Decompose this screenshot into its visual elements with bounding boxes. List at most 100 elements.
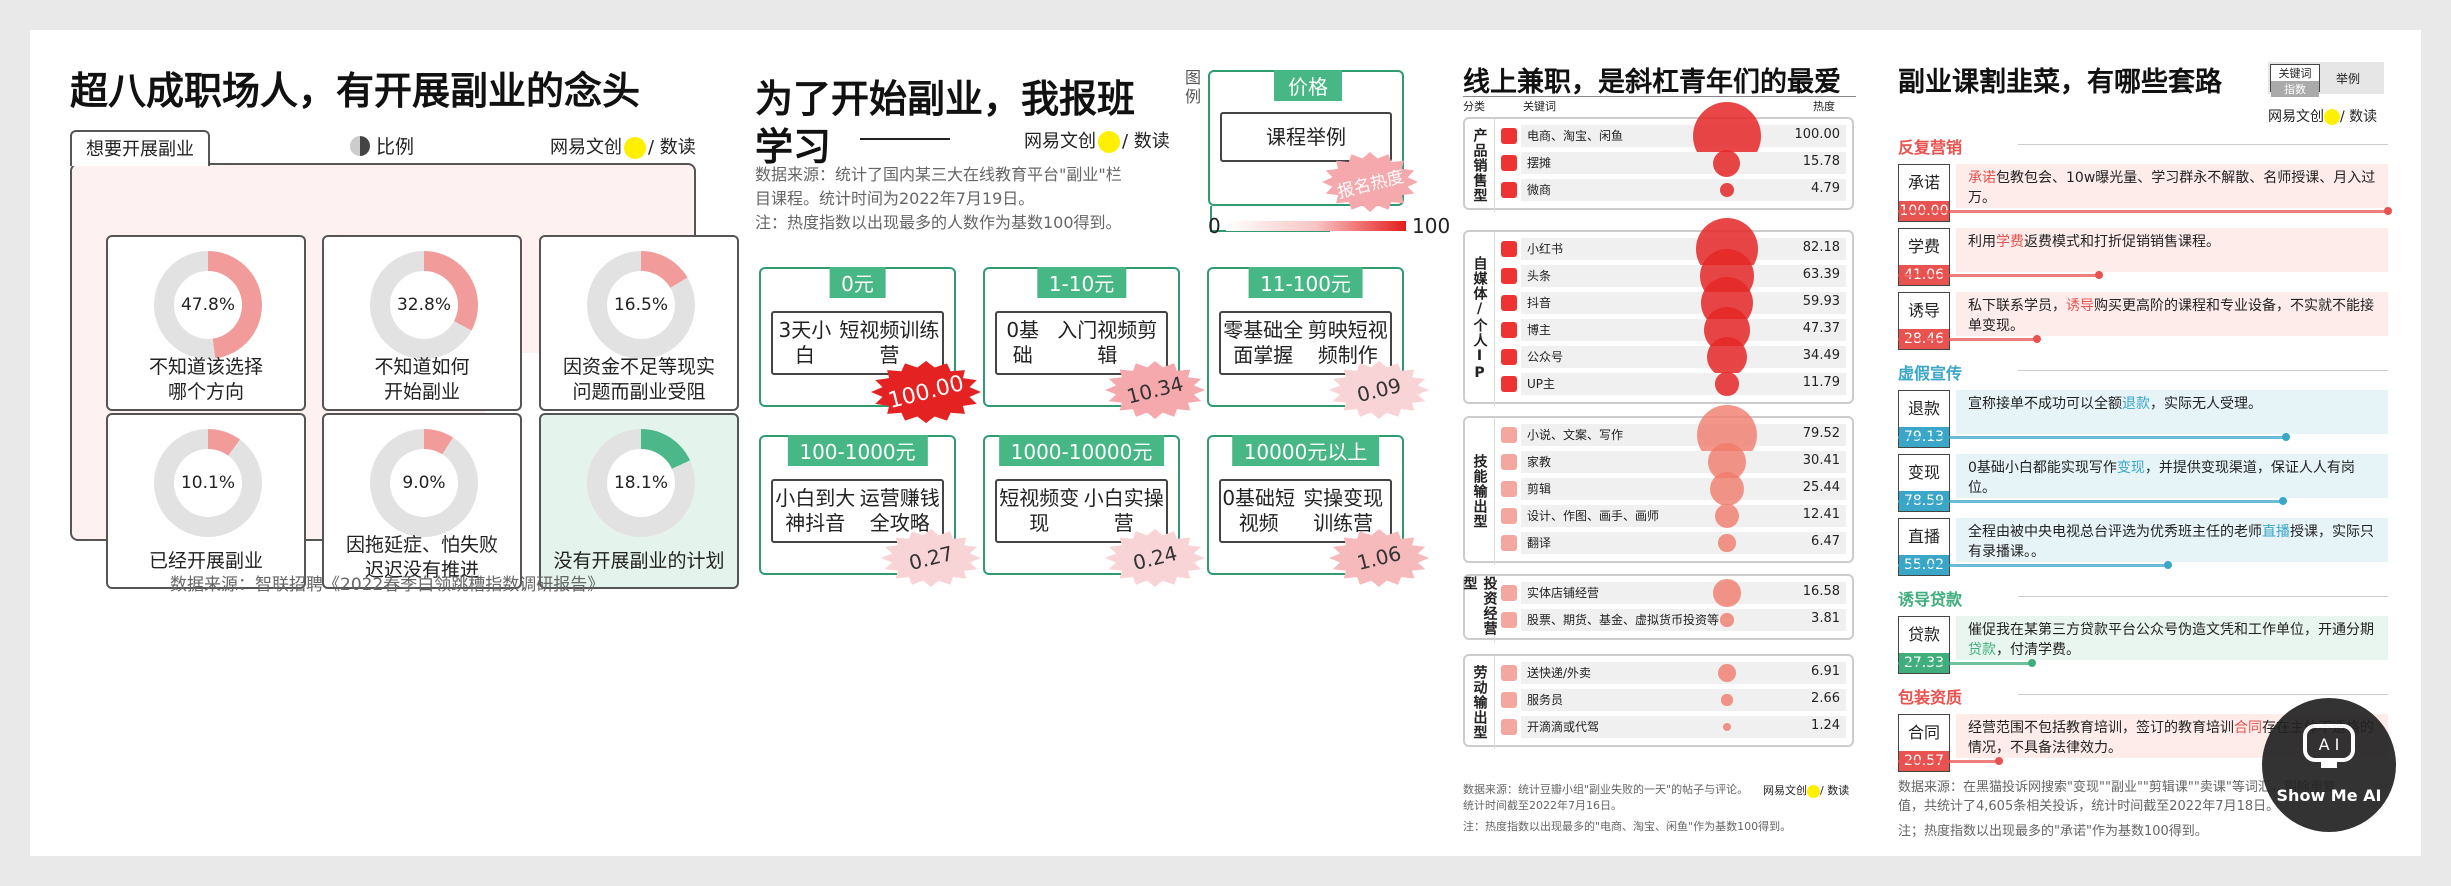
heat-bubble <box>1709 471 1745 507</box>
col-cat: 分类 <box>1463 100 1485 113</box>
keyword: 头条 <box>1527 269 1552 283</box>
keyword-row: 小红书 82.18 <box>1501 218 1846 280</box>
header-rule <box>1463 96 1856 97</box>
keyword-icon <box>1501 665 1517 681</box>
keyword-icon <box>1501 322 1517 338</box>
keyword-icon <box>1501 241 1517 257</box>
source-line: 统计时间截至2022年7月16日。 <box>1463 799 1622 812</box>
heat-value: 59.93 <box>1802 294 1840 309</box>
category-label: 自媒体/个人IP <box>1465 232 1495 406</box>
example-text: 私下联系学员，诱导购买更高阶的课程和专业设备，不实就不能接单变现。 <box>1956 292 2388 336</box>
keyword-row: 博主 47.37 <box>1501 306 1846 354</box>
legend-example: 举例 <box>2336 72 2361 86</box>
keyword-icon <box>1501 481 1517 497</box>
keyword-row: 送快递/外卖 6.91 <box>1501 662 1846 684</box>
donut-ring: 10.1% <box>154 429 262 537</box>
donut-value: 9.0% <box>402 473 446 493</box>
section-title: 包装资质 <box>1898 684 2388 708</box>
category-label: 投资经营型 <box>1462 576 1498 642</box>
keyword: 直播 <box>1907 527 1940 546</box>
col-heat: 热度 <box>1813 100 1835 113</box>
keyword: 翻译 <box>1527 536 1552 550</box>
index-bar <box>1898 760 1999 763</box>
heat-value: 11.79 <box>1802 375 1840 390</box>
logo-text: Show Me AI <box>2276 786 2382 805</box>
panel2-title-line1: 为了开始副业，我报班 <box>755 77 1136 121</box>
show-me-ai-logo: A I Show Me AI <box>2262 698 2396 832</box>
keyword: 设计、作图、画手、画师 <box>1527 509 1660 523</box>
index-bar-end <box>2095 271 2104 279</box>
heat-scale-bar <box>1226 221 1406 231</box>
brand-suffix: / 数读 <box>1820 784 1850 797</box>
section-rule <box>2018 144 2388 145</box>
legend-price: 价格 <box>1274 70 1342 101</box>
heat-value: 1.24 <box>1811 718 1840 733</box>
keyword-icon <box>1501 612 1517 628</box>
group-label: 想要开展副业 <box>70 130 210 166</box>
keyword: 贷款 <box>1907 625 1940 644</box>
index-bar <box>1898 564 2168 567</box>
keyword-icon <box>1501 376 1517 392</box>
category-label: 技能输出型 <box>1465 418 1495 565</box>
heat-badge: 0.09 <box>1329 361 1429 419</box>
index-bar-end <box>2163 561 2172 569</box>
legend-ratio: 比例 <box>350 132 414 159</box>
index-bar <box>1898 210 2388 213</box>
row-track <box>1521 346 1846 368</box>
category-group: 自媒体/个人IP 小红书 82.18 头条 63.39 抖音 59.93 博主 47.37 公众号… <box>1463 218 1854 406</box>
keyword-box: 贷款 27.33 <box>1898 616 1950 674</box>
heat-bubble <box>1718 664 1736 682</box>
keyword-row: 微商 4.79 <box>1501 179 1846 201</box>
pitfall-item: 贷款 27.33 催促我在某第三方贷款平台公众号伪造文凭和工作单位，开通分期贷款，付… <box>1898 616 2388 676</box>
legend-label: 图例 <box>1185 68 1202 106</box>
course-card: 1-10元 0基础 入门视频剪辑 10.34 <box>983 267 1205 419</box>
keyword-icon <box>1501 454 1517 470</box>
keyword-row: 头条 63.39 <box>1501 248 1846 304</box>
keyword-row: 抖音 59.93 <box>1501 276 1846 330</box>
heat-bubble <box>1723 723 1731 731</box>
heat-value: 25.44 <box>1802 480 1840 495</box>
index-bar <box>1898 338 2038 341</box>
keyword-row: 设计、作图、画手、画师 12.41 <box>1501 504 1846 528</box>
row-track <box>1521 152 1846 174</box>
keyword-box: 诱导 28.46 <box>1898 292 1950 350</box>
donut-hole: 16.5% <box>607 271 675 339</box>
pie-legend-icon <box>350 136 370 156</box>
keyword: 博主 <box>1527 323 1552 337</box>
keyword: 开滴滴或代驾 <box>1527 720 1600 734</box>
section-title: 诱导贷款 <box>1898 586 2388 610</box>
donut-ring: 32.8% <box>370 251 478 359</box>
panel3-title: 线上兼职，是斜杠青年们的最爱 <box>1463 67 1841 98</box>
heat-value: 82.18 <box>1802 240 1840 255</box>
keyword-icon <box>1501 268 1517 284</box>
row-track <box>1521 265 1846 287</box>
keyword-row: 开滴滴或代驾 1.24 <box>1501 716 1846 738</box>
index-bar <box>1898 274 2100 277</box>
panel1-title: 超八成职场人，有开展副业的念头 <box>70 69 641 113</box>
brand-name: 网易文创 <box>550 137 622 158</box>
heat-value: 79.52 <box>1802 426 1840 441</box>
keyword: 变现 <box>1907 463 1940 482</box>
keyword: 股票、期货、基金、虚拟货币投资等 <box>1527 613 1720 627</box>
heat-bubble <box>1713 149 1741 177</box>
price-tag: 10000元以上 <box>1231 435 1380 466</box>
heat-value: 6.47 <box>1811 534 1840 549</box>
example-text: 0基础小白都能实现写作变现，并提供变现渠道，保证人人有岗位。 <box>1956 454 2388 498</box>
source-line: 数据来源：统计豆瓣小组"副业失败的一天"的帖子与评论。 <box>1463 783 1749 796</box>
donut-hole: 18.1% <box>607 449 675 517</box>
donut-label: 因资金不足等现实 问题而副业受阻 <box>562 356 715 403</box>
svg-text:A I: A I <box>2319 735 2340 754</box>
example-text: 全程由被中央电视总台评选为优秀班主任的老师直播授课，实际只有录播课。。 <box>1956 518 2388 562</box>
keyword-icon <box>1501 182 1517 198</box>
panel4-legend: 关键词 指数 举例 <box>2268 62 2384 97</box>
donut-label: 不知道该选择 哪个方向 <box>148 356 263 403</box>
keyword: 小说、文案、写作 <box>1527 428 1624 442</box>
index-bar-end <box>2033 335 2042 343</box>
infographic-page: 超八成职场人，有开展副业的念头 想要开展副业 比例 网易文创 / 数读 47.8%… <box>30 30 2421 856</box>
legend-ratio-label: 比例 <box>376 136 415 158</box>
keyword: 承诺 <box>1907 173 1940 192</box>
heat-value: 34.49 <box>1802 348 1840 363</box>
category-label: 产品销售型 <box>1465 119 1495 212</box>
heat-scale-max: 100 <box>1412 214 1451 238</box>
heat-badge: 0.24 <box>1105 529 1205 587</box>
